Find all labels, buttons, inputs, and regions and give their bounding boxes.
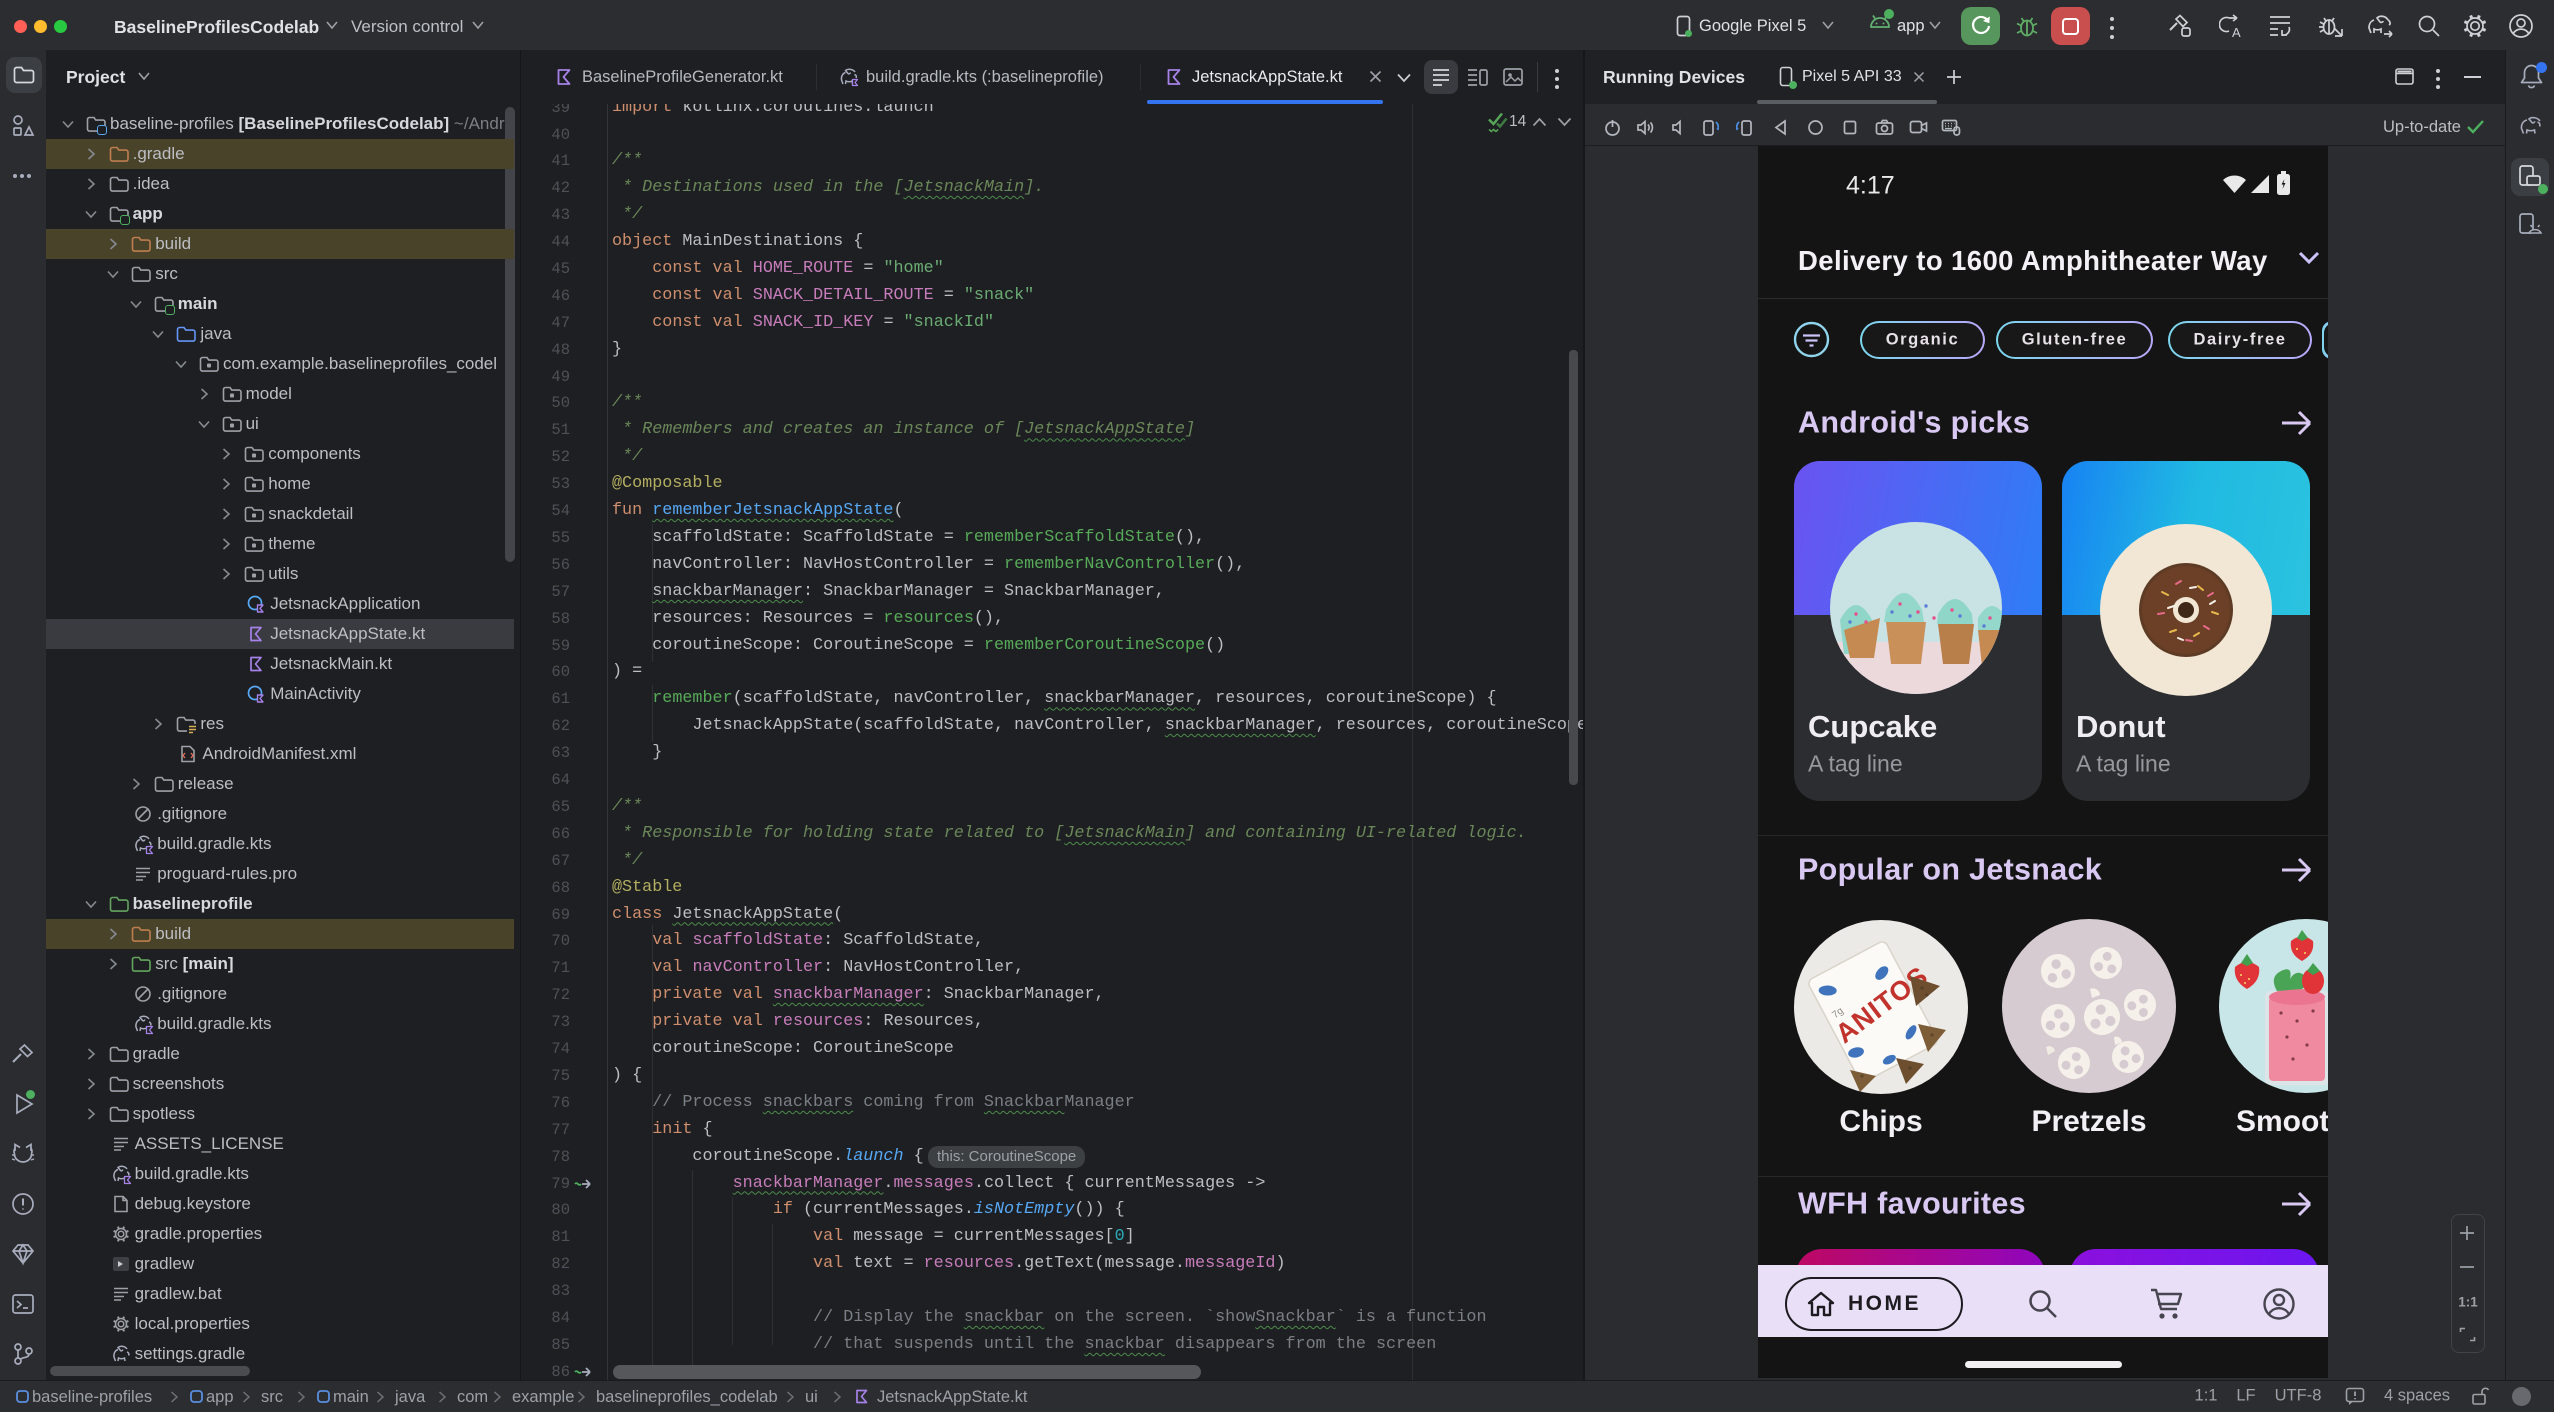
svg-text:A: A (2232, 25, 2241, 38)
